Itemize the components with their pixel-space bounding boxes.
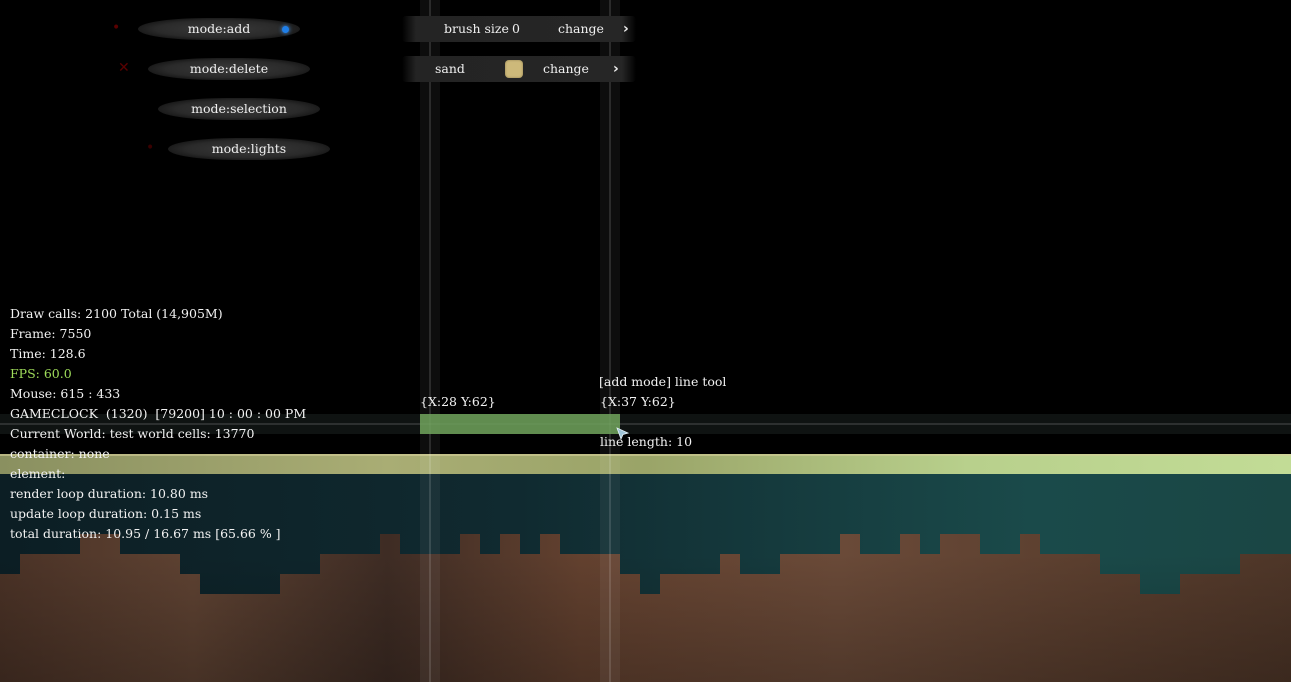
debug-gameclock: GAMECLOCK (1320) [79200] 10 : 00 : 00 PM — [10, 406, 307, 421]
mode-add-label: mode:add — [187, 21, 251, 36]
lights-marker-icon: • — [146, 140, 155, 156]
debug-mouse: Mouse: 615 : 433 — [10, 386, 121, 401]
debug-panel: Draw calls: 2100 Total (14,905M) Frame: … — [10, 304, 306, 544]
debug-update-loop: update loop duration: 0.15 ms — [10, 506, 202, 521]
delete-x-icon: ✕ — [118, 60, 130, 76]
debug-fps: FPS: 60.0 — [10, 366, 72, 381]
mode-delete-label: mode:delete — [189, 61, 269, 76]
mode-add-button[interactable]: mode:add — [138, 18, 300, 40]
mouse-cursor-icon — [616, 427, 630, 441]
mode-lights-label: mode:lights — [211, 141, 287, 156]
line-tool-title: [add mode] line tool — [599, 374, 727, 389]
element-color-swatch[interactable] — [505, 60, 523, 78]
element-name-label: sand — [435, 61, 465, 76]
debug-element: element: — [10, 466, 66, 481]
line-tool-preview — [420, 414, 620, 434]
brush-size-value: 0 — [512, 21, 520, 36]
brush-size-bar: brush size 0 change › — [402, 16, 636, 42]
debug-frame: Frame: 7550 — [10, 326, 92, 341]
line-start-coord: {X:28 Y:62} — [420, 394, 496, 409]
mode-selection-label: mode:selection — [191, 101, 287, 116]
game-stage[interactable]: mode:add • mode:delete ✕ mode:selection … — [0, 0, 1291, 682]
line-length-label: line length: 10 — [600, 434, 693, 449]
mode-lights-button[interactable]: mode:lights — [168, 138, 330, 160]
debug-current-world: Current World: test world cells: 13770 — [10, 426, 255, 441]
brush-size-next-icon[interactable]: › — [623, 16, 629, 42]
line-end-coord: {X:37 Y:62} — [600, 394, 676, 409]
debug-total-duration: total duration: 10.95 / 16.67 ms [65.66 … — [10, 526, 281, 541]
debug-draw-calls: Draw calls: 2100 Total (14,905M) — [10, 306, 223, 321]
element-change-button[interactable]: change — [543, 56, 589, 82]
active-mode-indicator-icon — [282, 26, 289, 33]
brush-size-change-button[interactable]: change — [558, 16, 604, 42]
brush-size-label: brush size — [444, 21, 509, 36]
debug-render-loop: render loop duration: 10.80 ms — [10, 486, 209, 501]
mode-delete-button[interactable]: mode:delete — [148, 58, 310, 80]
element-next-icon[interactable]: › — [613, 56, 619, 82]
debug-container: container: none — [10, 446, 110, 461]
add-marker-icon: • — [112, 20, 121, 36]
debug-time: Time: 128.6 — [10, 346, 86, 361]
element-bar: sand change › — [402, 56, 636, 82]
dirt-shade — [0, 554, 1291, 682]
mode-selection-button[interactable]: mode:selection — [158, 98, 320, 120]
